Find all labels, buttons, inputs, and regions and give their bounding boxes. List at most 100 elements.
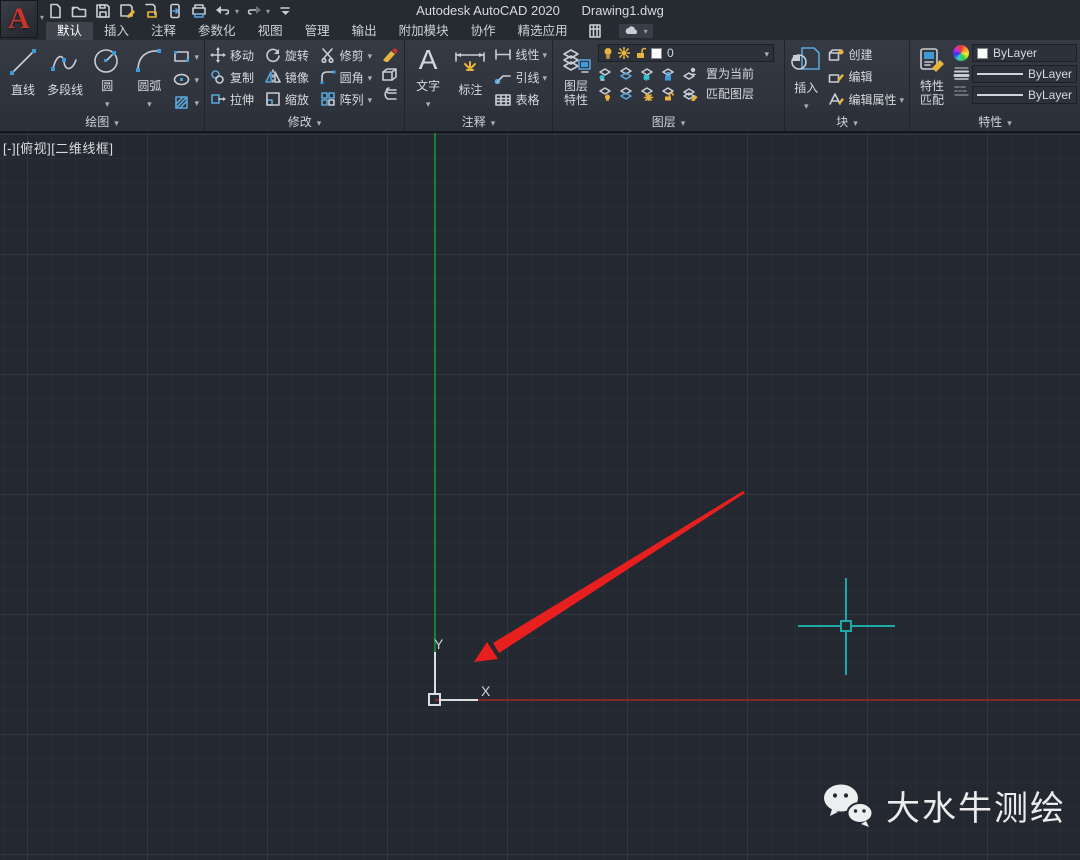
tab-addins[interactable]: 附加模块 <box>388 22 460 40</box>
tab-annotate[interactable]: 注释 <box>140 22 187 40</box>
undo-button[interactable] <box>214 2 232 20</box>
panel-draw-label[interactable]: 绘图 <box>0 112 204 131</box>
rectangle-caret-icon <box>194 47 199 65</box>
panel-layers-label[interactable]: 图层 <box>553 112 784 131</box>
viewport-controls: [-][俯视][二维线框] <box>3 138 114 157</box>
drawing-canvas[interactable]: [-][俯视][二维线框] Y X 大水牛测绘 <box>0 133 1080 860</box>
tab-view[interactable]: 视图 <box>247 22 294 40</box>
fillet-icon <box>320 69 336 85</box>
open-file-button[interactable] <box>70 2 88 20</box>
ucs-y-arm <box>434 652 436 693</box>
match-layer-button[interactable]: 匹配图层 <box>704 85 756 102</box>
viewport-visual-style-control[interactable]: [二维线框] <box>51 141 113 156</box>
tab-featured-apps[interactable]: 精选应用 <box>507 22 579 40</box>
dimension-button[interactable]: 标注 <box>450 42 490 112</box>
rotate-button[interactable]: 旋转 <box>263 44 314 66</box>
save-button[interactable] <box>94 2 112 20</box>
array-caret-icon <box>368 92 373 106</box>
edit-block-button[interactable]: 编辑 <box>826 67 906 86</box>
edit-attributes-icon <box>828 92 845 106</box>
scale-button[interactable]: 缩放 <box>263 88 314 110</box>
circle-button[interactable]: 圆 <box>87 42 127 112</box>
move-button[interactable]: 移动 <box>208 44 259 66</box>
panel-modify-label[interactable]: 修改 <box>205 112 404 131</box>
rotate-icon <box>265 47 281 63</box>
tab-output[interactable]: 输出 <box>341 22 388 40</box>
undo-history-caret-icon[interactable]: ▾ <box>235 7 239 16</box>
panel-properties-label[interactable]: 特性 <box>910 112 1080 131</box>
stretch-button[interactable]: 拉伸 <box>208 88 259 110</box>
application-menu-button[interactable]: A <box>0 0 38 38</box>
redo-arrow-icon <box>245 3 263 19</box>
open-from-web-button[interactable] <box>142 2 160 20</box>
hatch-button[interactable] <box>171 92 201 112</box>
layer-sun-icon <box>618 47 630 59</box>
redo-button[interactable] <box>245 2 263 20</box>
viewport-minimize-control[interactable]: [-] <box>3 141 16 156</box>
create-block-button[interactable]: 创建 <box>826 45 906 64</box>
save-to-mobile-button[interactable] <box>166 2 184 20</box>
tab-parametric[interactable]: 参数化 <box>187 22 247 40</box>
ucs-origin-box[interactable] <box>428 693 441 706</box>
text-button[interactable]: A 文字 <box>408 42 448 112</box>
set-current-button[interactable]: 置为当前 <box>704 65 756 82</box>
lineweight-dropdown[interactable]: ByLayer <box>972 65 1077 83</box>
cloud-icon <box>624 26 640 36</box>
layer-properties-icon <box>560 46 592 78</box>
drawing-grid-icon[interactable] <box>587 23 603 39</box>
new-file-button[interactable] <box>46 2 64 20</box>
erase-button[interactable] <box>379 46 401 63</box>
arc-caret-icon <box>147 94 152 112</box>
panel-annotation-label[interactable]: 注释 <box>405 112 552 131</box>
layer-unisolate-icon <box>619 67 634 81</box>
new-file-icon <box>47 3 63 19</box>
fillet-button[interactable]: 圆角 <box>318 66 377 88</box>
circle-label: 圆 <box>101 77 113 94</box>
connect-cloud-button[interactable]: ▾ <box>619 24 653 38</box>
match-layer-icon <box>682 87 698 101</box>
rectangle-button[interactable] <box>171 46 201 66</box>
ellipse-button[interactable] <box>171 69 201 89</box>
array-button[interactable]: 阵列 <box>318 88 377 110</box>
object-color-value: ByLayer <box>993 46 1037 60</box>
layer-select-dropdown[interactable]: 0 <box>598 44 774 62</box>
customize-quick-access-button[interactable] <box>276 2 294 20</box>
tab-default[interactable]: 默认 <box>46 22 93 40</box>
circle-icon <box>92 45 122 75</box>
arc-button[interactable]: 圆弧 <box>129 42 169 112</box>
table-button[interactable]: 表格 <box>492 90 549 109</box>
layer-on-all-icon <box>619 87 634 101</box>
panel-block-label[interactable]: 块 <box>785 112 909 131</box>
table-icon <box>494 93 512 106</box>
polyline-button[interactable]: 多段线 <box>45 42 85 112</box>
leader-button[interactable]: 引线 <box>492 67 549 87</box>
line-button[interactable]: 直线 <box>3 42 43 112</box>
copy-icon <box>210 69 226 85</box>
tab-insert[interactable]: 插入 <box>93 22 140 40</box>
customize-caret-icon <box>278 4 292 18</box>
trim-button[interactable]: 修剪 <box>318 44 377 66</box>
linetype-dropdown[interactable]: ByLayer <box>972 86 1077 104</box>
mirror-button[interactable]: 镜像 <box>263 66 314 88</box>
linear-dimension-button[interactable]: 线性 <box>492 44 549 64</box>
object-color-dropdown[interactable]: ByLayer <box>972 44 1077 62</box>
edit-attributes-button[interactable]: 编辑属性 <box>826 89 906 109</box>
layer-properties-button[interactable]: 图层特性 <box>556 42 596 112</box>
viewport-view-control[interactable]: [俯视] <box>16 141 51 156</box>
ellipse-caret-icon <box>194 70 199 88</box>
insert-block-button[interactable]: 插入 <box>788 42 824 112</box>
save-as-button[interactable] <box>118 2 136 20</box>
match-properties-button[interactable]: 特性匹配 <box>913 42 951 112</box>
join-button[interactable] <box>379 86 401 103</box>
copy-button[interactable]: 复制 <box>208 66 259 88</box>
stretch-icon <box>210 91 226 107</box>
plot-button[interactable] <box>190 2 208 20</box>
tab-manage[interactable]: 管理 <box>294 22 341 40</box>
application-menu-caret-icon[interactable]: ▾ <box>40 13 44 22</box>
color-wheel-icon[interactable] <box>953 45 969 61</box>
explode-button[interactable] <box>379 66 401 83</box>
tab-collaborate[interactable]: 协作 <box>460 22 507 40</box>
redo-history-caret-icon[interactable]: ▾ <box>266 7 270 16</box>
y-axis-line <box>434 133 436 652</box>
panel-annotation: A 文字 标注 线性 引线 <box>405 40 553 131</box>
